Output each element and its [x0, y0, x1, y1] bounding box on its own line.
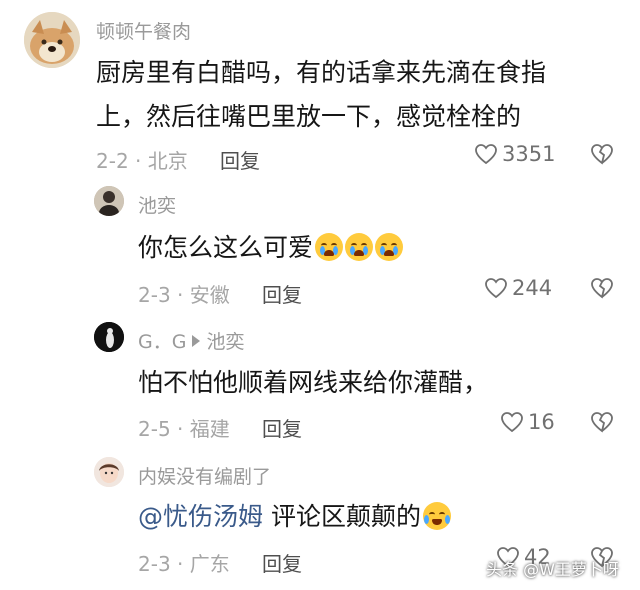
avatar-dark[interactable] — [94, 322, 124, 352]
reply-button[interactable]: 回复 — [262, 413, 302, 442]
broken-heart-icon — [591, 144, 613, 165]
like-button[interactable]: 244 — [484, 276, 552, 300]
comment-meta: 2-2 · 北京 — [96, 149, 188, 173]
comment-text-body: 评论区颠颠的 — [263, 502, 421, 531]
crying-face-emoji-icon — [375, 233, 404, 261]
like-count: 244 — [512, 276, 553, 300]
watermark: 头条 @W王萝卜呀 — [486, 560, 619, 579]
mention-link[interactable]: @忧伤汤姆 — [138, 502, 263, 531]
crying-face-emoji-icon — [345, 233, 374, 261]
reply-arrow-icon — [192, 335, 201, 347]
comment-username-row: G．G 池奕 — [138, 327, 244, 354]
comment-username[interactable]: G．G — [138, 331, 186, 353]
girl-avatar-icon — [94, 457, 124, 487]
comment-meta: 2-5 · 福建 — [138, 417, 230, 441]
heart-icon — [475, 144, 497, 165]
comment-username[interactable]: 内娱没有编剧了 — [138, 462, 271, 489]
comment-text: @忧伤汤姆 评论区颠颠的 — [138, 495, 451, 539]
like-count: 16 — [528, 410, 555, 434]
comment-text-line-2: 上，然后往嘴巴里放一下，感觉栓栓的 — [96, 102, 522, 131]
dog-avatar-icon — [24, 12, 80, 68]
avatar-girl[interactable] — [94, 457, 124, 487]
reply-button[interactable]: 回复 — [262, 279, 302, 308]
like-count: 3351 — [502, 142, 556, 166]
comment-text: 你怎么这么可爱 — [138, 226, 404, 270]
comment-text-line-1: 厨房里有白醋吗，有的话拿来先滴在食指 — [96, 58, 547, 87]
dislike-button[interactable] — [590, 143, 614, 169]
crying-face-emoji-icon — [315, 233, 344, 261]
comment-meta: 2-3 · 安徽 — [138, 283, 230, 307]
heart-icon — [485, 278, 507, 299]
like-button[interactable]: 3351 — [474, 142, 555, 166]
comment-text: 怕不怕他顺着网线来给你灌醋， — [138, 368, 489, 397]
dislike-button[interactable] — [590, 411, 614, 437]
avatar-dog[interactable] — [24, 12, 80, 68]
broken-heart-icon — [591, 278, 613, 299]
dark-avatar-icon — [94, 322, 124, 352]
comment-username[interactable]: 池奕 — [138, 191, 176, 218]
like-button[interactable]: 16 — [500, 410, 555, 434]
reply-to-username[interactable]: 池奕 — [206, 331, 244, 353]
comment-text-body: 你怎么这么可爱 — [138, 233, 314, 262]
person-avatar-icon — [94, 186, 124, 216]
heart-icon — [501, 412, 523, 433]
laughing-crying-emoji-icon — [422, 502, 451, 530]
dislike-button[interactable] — [590, 277, 614, 303]
reply-button[interactable]: 回复 — [262, 548, 302, 577]
reply-button[interactable]: 回复 — [220, 145, 260, 174]
comment-meta: 2-3 · 广东 — [138, 552, 230, 576]
comment-username[interactable]: 顿顿午餐肉 — [96, 17, 191, 44]
avatar-person[interactable] — [94, 186, 124, 216]
broken-heart-icon — [591, 412, 613, 433]
